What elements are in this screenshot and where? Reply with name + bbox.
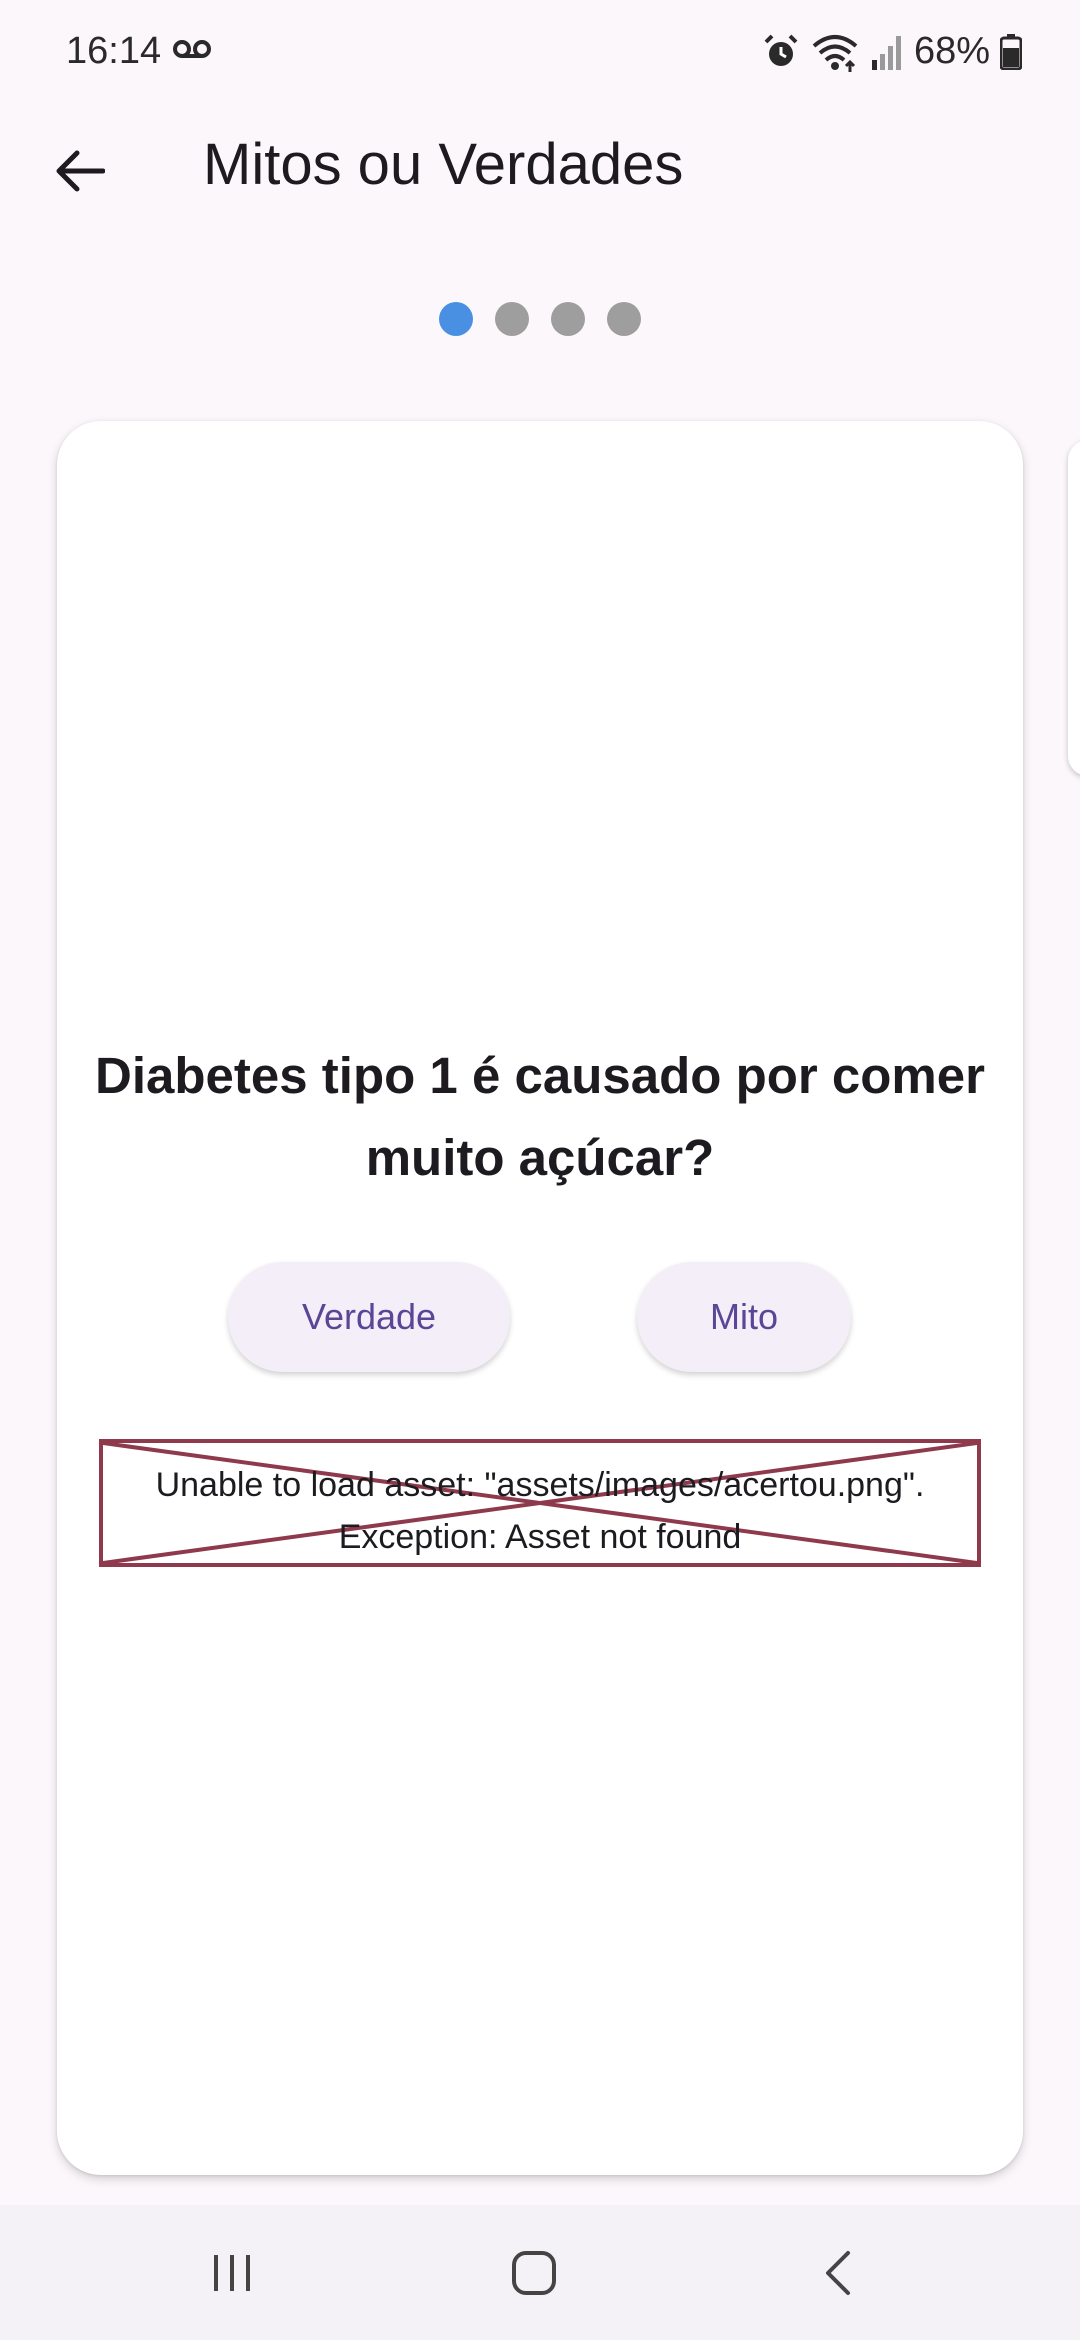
recent-apps-button[interactable] <box>192 2243 272 2303</box>
home-icon <box>512 2251 556 2295</box>
myth-button[interactable]: Mito <box>637 1262 851 1372</box>
app-bar: Mitos ou Verdades <box>0 110 1080 220</box>
system-nav-bar <box>0 2205 1080 2340</box>
truth-button[interactable]: Verdade <box>228 1262 510 1372</box>
wifi-icon <box>812 34 858 72</box>
status-icons: 68% <box>762 30 1022 73</box>
back-button[interactable] <box>40 132 118 210</box>
status-bar: 16:14 68% <box>0 0 1080 110</box>
next-card-peek[interactable] <box>1068 440 1080 776</box>
home-button[interactable] <box>494 2243 574 2303</box>
page-dot-1[interactable] <box>439 302 473 336</box>
signal-icon <box>871 35 901 70</box>
nav-back-button[interactable] <box>798 2243 878 2303</box>
image-error-line-1: Unable to load asset: "assets/images/ace… <box>155 1466 925 1504</box>
status-time: 16:14 <box>66 30 162 72</box>
image-error-line-2: Exception: Asset not found <box>338 1518 742 1556</box>
page-dot-4[interactable] <box>607 302 641 336</box>
back-icon <box>826 2251 850 2295</box>
question-card <box>57 421 1023 2175</box>
battery-percentage: 68% <box>913 30 990 72</box>
arrow-back-icon <box>56 150 105 192</box>
image-error-box: Unable to load asset: "assets/images/ace… <box>99 1439 981 1567</box>
battery-icon <box>1000 33 1022 70</box>
page-indicator <box>0 302 1080 336</box>
page-dot-2[interactable] <box>495 302 529 336</box>
page-title: Mitos ou Verdades <box>203 132 684 197</box>
recent-apps-icon <box>214 2255 250 2291</box>
question-text: Diabetes tipo 1 é causado por comer muit… <box>95 1047 985 1186</box>
image-error-message: Unable to load asset: "assets/images/ace… <box>103 1459 977 1563</box>
page-dot-3[interactable] <box>551 302 585 336</box>
alarm-icon <box>764 34 798 66</box>
voicemail-icon <box>173 40 211 58</box>
